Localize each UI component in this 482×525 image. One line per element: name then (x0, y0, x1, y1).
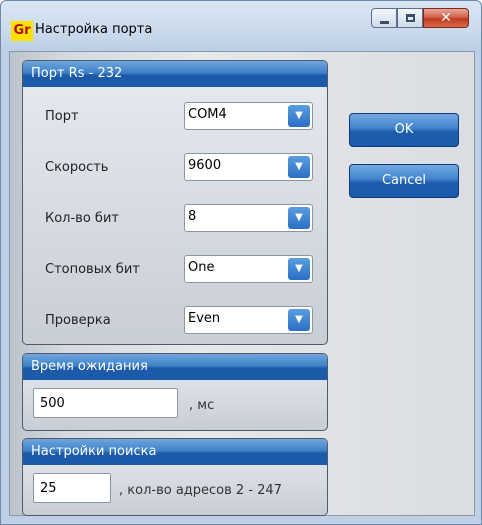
port-value: COM4 (188, 107, 227, 122)
minimize-icon (380, 21, 389, 24)
stop-bits-label: Стоповых бит (45, 262, 140, 277)
maximize-icon (406, 14, 415, 22)
timeout-group: Время ожидания , мс (22, 353, 328, 431)
port-label: Порт (45, 109, 79, 124)
minimize-button[interactable] (371, 8, 397, 28)
caption-buttons: ✕ (371, 8, 469, 29)
parity-label: Проверка (45, 313, 111, 328)
search-group-header: Настройки поиска (23, 439, 327, 465)
stop-bits-value: One (188, 260, 215, 275)
port-select[interactable]: COM4 ▼ (184, 102, 313, 130)
speed-row: Скорость 9600 ▼ (23, 153, 323, 183)
timeout-input[interactable] (33, 388, 178, 418)
speed-select[interactable]: 9600 ▼ (184, 153, 313, 181)
data-bits-select[interactable]: 8 ▼ (184, 204, 313, 232)
window-title: Настройка порта (35, 22, 153, 37)
data-bits-value: 8 (188, 209, 197, 224)
ok-button[interactable]: OK (349, 113, 459, 147)
parity-select[interactable]: Even ▼ (184, 306, 313, 334)
chevron-down-icon[interactable]: ▼ (288, 156, 310, 178)
port-group-header: Порт Rs - 232 (23, 61, 327, 87)
parity-value: Even (188, 311, 221, 326)
close-icon: ✕ (440, 10, 452, 26)
chevron-down-icon[interactable]: ▼ (288, 207, 310, 229)
maximize-button[interactable] (397, 8, 423, 28)
timeout-group-header: Время ожидания (23, 354, 327, 380)
data-bits-label: Кол-во бит (45, 211, 119, 226)
chevron-down-icon[interactable]: ▼ (288, 258, 310, 280)
stop-bits-select[interactable]: One ▼ (184, 255, 313, 283)
chevron-down-icon[interactable]: ▼ (288, 105, 310, 127)
dialog-client-area: Порт Rs - 232 Порт COM4 ▼ Скорость 9600 … (9, 51, 475, 516)
data-bits-row: Кол-во бит 8 ▼ (23, 204, 323, 234)
chevron-down-icon[interactable]: ▼ (288, 309, 310, 331)
cancel-button[interactable]: Cancel (349, 164, 459, 198)
title-bar[interactable]: Gr Настройка порта ✕ (1, 1, 481, 51)
search-settings-group: Настройки поиска , кол-во адресов 2 - 24… (22, 438, 328, 516)
dialog-window: Gr Настройка порта ✕ Порт Rs - 232 Порт … (0, 0, 482, 525)
speed-value: 9600 (188, 158, 222, 173)
app-icon: Gr (11, 21, 33, 41)
address-count-input[interactable] (33, 473, 111, 503)
speed-label: Скорость (45, 160, 109, 175)
timeout-unit-label: , мс (189, 398, 215, 413)
address-range-label: , кол-во адресов 2 - 247 (119, 483, 282, 498)
stop-bits-row: Стоповых бит One ▼ (23, 255, 323, 285)
port-row: Порт COM4 ▼ (23, 102, 323, 132)
close-button[interactable]: ✕ (423, 8, 469, 28)
port-settings-group: Порт Rs - 232 Порт COM4 ▼ Скорость 9600 … (22, 60, 328, 345)
parity-row: Проверка Even ▼ (23, 306, 323, 336)
